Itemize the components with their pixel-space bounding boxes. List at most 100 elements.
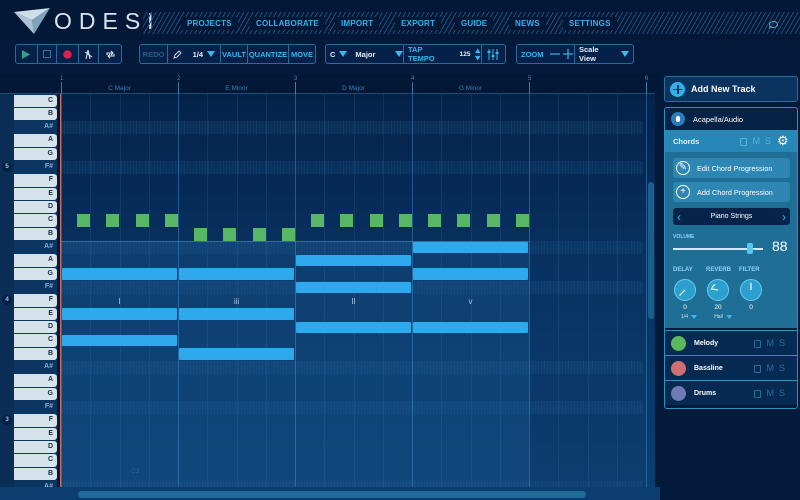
melody-note[interactable] bbox=[281, 227, 295, 241]
chord-note[interactable] bbox=[296, 321, 411, 333]
nav-import[interactable]: IMPORT bbox=[335, 17, 380, 30]
chord-note[interactable] bbox=[296, 254, 411, 267]
lock-icon[interactable] bbox=[754, 390, 762, 398]
loop-button[interactable] bbox=[99, 45, 121, 63]
add-chord-progression-button[interactable]: + Add Chord Progression bbox=[673, 182, 790, 202]
mute-button[interactable]: M bbox=[766, 388, 774, 398]
piano-key[interactable]: C bbox=[14, 334, 57, 347]
chord-note[interactable] bbox=[62, 308, 177, 320]
lock-icon[interactable] bbox=[754, 365, 762, 373]
horizontal-scrollbar[interactable] bbox=[78, 491, 586, 498]
piano-key[interactable]: C bbox=[14, 454, 57, 467]
nav-projects[interactable]: PROJECTS bbox=[181, 17, 238, 30]
vault-button[interactable]: VAULT bbox=[221, 45, 248, 63]
chord-note[interactable] bbox=[413, 241, 528, 254]
piano-key[interactable]: F# bbox=[14, 281, 57, 293]
melody-note[interactable] bbox=[106, 214, 120, 228]
zoom-out-icon[interactable] bbox=[549, 49, 560, 59]
chord-note[interactable] bbox=[179, 308, 294, 320]
solo-button[interactable]: S bbox=[779, 363, 785, 373]
note-length-select[interactable]: 1/4 bbox=[168, 45, 221, 63]
track-bassline[interactable]: Bassline MS bbox=[665, 355, 797, 380]
melody-note[interactable] bbox=[223, 227, 237, 241]
move-button[interactable]: MOVE bbox=[289, 45, 315, 63]
solo-button[interactable]: S bbox=[779, 388, 785, 398]
chord-name-label[interactable]: G Minor bbox=[459, 85, 482, 92]
chord-name-label[interactable]: E Minor bbox=[225, 85, 247, 92]
delay-knob[interactable] bbox=[674, 279, 696, 301]
piano-key[interactable]: D bbox=[14, 441, 57, 454]
piano-key[interactable]: A bbox=[14, 134, 57, 147]
melody-note[interactable] bbox=[164, 214, 178, 228]
playhead[interactable] bbox=[60, 94, 61, 487]
piano-key[interactable]: B bbox=[14, 347, 57, 361]
piano-key[interactable]: B bbox=[14, 467, 57, 481]
melody-note[interactable] bbox=[252, 227, 266, 241]
piano-roll-grid[interactable]: C3 Iiii II v bbox=[61, 94, 655, 487]
zoom-in-icon[interactable] bbox=[562, 49, 573, 59]
track-drums[interactable]: Drums MS bbox=[665, 380, 797, 405]
delay-time-select[interactable]: 1/4 bbox=[681, 314, 697, 320]
track-acapella-audio[interactable]: Acapella/Audio bbox=[665, 108, 797, 130]
melody-note[interactable] bbox=[77, 214, 90, 228]
nav-guide[interactable]: GUIDE bbox=[455, 17, 494, 30]
chord-note[interactable] bbox=[413, 268, 528, 280]
solo-button[interactable]: S bbox=[765, 136, 771, 146]
piano-key[interactable]: F bbox=[14, 174, 57, 187]
piano-key[interactable]: F# bbox=[14, 161, 57, 173]
piano-key[interactable]: F bbox=[14, 294, 57, 307]
mixer-button[interactable] bbox=[482, 45, 504, 63]
mute-button[interactable]: M bbox=[766, 363, 774, 373]
piano-key[interactable]: A# bbox=[14, 241, 57, 253]
mute-button[interactable]: M bbox=[766, 338, 774, 348]
timeline-ruler[interactable]: 123456C Major E Minor D Major G Minor bbox=[0, 74, 660, 94]
edit-chord-progression-button[interactable]: ✎ Edit Chord Progression bbox=[673, 158, 790, 178]
chevron-right-icon[interactable]: › bbox=[778, 210, 790, 224]
piano-key[interactable]: E bbox=[14, 427, 57, 441]
piano-key[interactable]: A# bbox=[14, 121, 57, 133]
piano-key[interactable]: E bbox=[14, 187, 57, 201]
view-select[interactable]: Scale View bbox=[575, 45, 633, 63]
vertical-scrollbar[interactable] bbox=[648, 182, 654, 319]
melody-note[interactable] bbox=[428, 214, 441, 228]
melody-note[interactable] bbox=[311, 214, 324, 228]
nav-collaborate[interactable]: COLLABORATE bbox=[250, 17, 325, 30]
record-button[interactable] bbox=[57, 45, 79, 63]
lock-icon[interactable] bbox=[740, 138, 748, 146]
stop-button[interactable] bbox=[38, 45, 58, 63]
solo-button[interactable]: S bbox=[779, 338, 785, 348]
piano-key[interactable]: D bbox=[14, 201, 57, 214]
redo-button[interactable]: REDO bbox=[140, 45, 168, 63]
piano-key[interactable]: A bbox=[14, 254, 57, 267]
nav-settings[interactable]: SETTINGS bbox=[563, 17, 617, 30]
tempo-stepper-icon[interactable] bbox=[475, 48, 481, 61]
chord-name-label[interactable]: D Major bbox=[342, 85, 365, 92]
piano-key[interactable]: C bbox=[14, 94, 57, 107]
chord-name-label[interactable]: C Major bbox=[108, 85, 131, 92]
gear-icon[interactable]: ⚙ bbox=[777, 134, 790, 147]
volume-slider-thumb[interactable] bbox=[746, 243, 753, 254]
piano-key[interactable]: F# bbox=[14, 401, 57, 413]
chord-note[interactable] bbox=[413, 321, 528, 333]
melody-note[interactable] bbox=[398, 214, 412, 228]
reverb-knob[interactable] bbox=[707, 279, 729, 301]
mute-button[interactable]: M bbox=[752, 136, 760, 146]
chord-note[interactable] bbox=[179, 348, 294, 360]
piano-key[interactable]: B bbox=[14, 107, 57, 121]
piano-key[interactable]: G bbox=[14, 267, 57, 281]
melody-note[interactable] bbox=[194, 227, 207, 241]
chord-note[interactable] bbox=[296, 281, 411, 294]
play-button[interactable] bbox=[16, 45, 38, 63]
chevron-left-icon[interactable]: ‹ bbox=[673, 210, 685, 224]
track-melody[interactable]: Melody MS bbox=[665, 330, 797, 355]
melody-note[interactable] bbox=[369, 214, 383, 228]
piano-key[interactable]: D bbox=[14, 321, 57, 334]
nav-export[interactable]: EXPORT bbox=[395, 17, 442, 30]
piano-key[interactable]: G bbox=[14, 387, 57, 401]
piano-key[interactable]: E bbox=[14, 307, 57, 321]
add-new-track-button[interactable]: Add New Track bbox=[664, 76, 798, 102]
melody-note[interactable] bbox=[486, 214, 500, 228]
melody-note[interactable] bbox=[135, 214, 149, 228]
filter-knob[interactable] bbox=[740, 279, 762, 301]
chords-track-header[interactable]: Chords M S ⚙ bbox=[665, 130, 797, 152]
